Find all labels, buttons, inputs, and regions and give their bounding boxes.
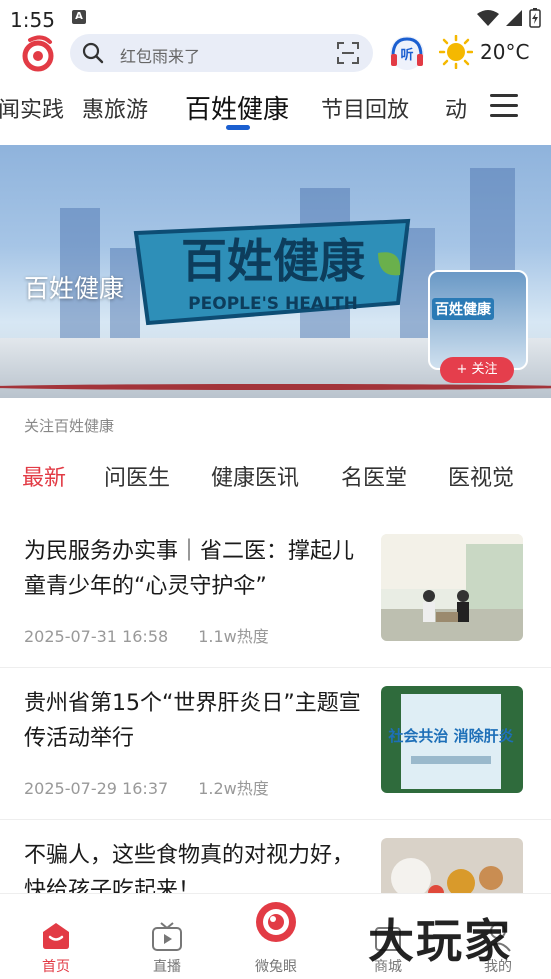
program-logo: 百姓健康 PEOPLE'S HEALTH — [133, 218, 411, 326]
nav-label: 首页 — [42, 959, 70, 975]
tab-famous-doctors[interactable]: 名医堂 — [341, 460, 407, 492]
tab-practice[interactable]: 闻实践 — [0, 92, 64, 124]
home-icon — [43, 923, 69, 949]
news-title: 贵州省第15个“世界肝炎日”主题宣传活动举行 — [24, 691, 361, 751]
top-bar: 红包雨来了 听 20°C — [0, 32, 551, 76]
status-time: 1:55 — [10, 8, 55, 32]
banner-title: 百姓健康 — [24, 274, 125, 303]
follow-button[interactable]: + 关注 — [440, 357, 514, 383]
scan-icon[interactable] — [337, 42, 359, 64]
tab-latest[interactable]: 最新 — [22, 460, 66, 492]
tab-fade — [470, 80, 492, 136]
banner-stripe — [0, 384, 551, 390]
news-heat: 1.1w热度 — [198, 627, 269, 646]
active-tab-indicator — [226, 125, 250, 130]
notification-icon: A — [72, 10, 86, 24]
tab-travel[interactable]: 惠旅游 — [82, 92, 148, 124]
news-image-text: 社会共治 消除肝炎 — [387, 727, 513, 745]
news-item[interactable]: 不骗人，这些食物真的对视力好，快给孩子吃起来！ — [0, 838, 551, 898]
news-title: 为民服务办实事｜省二医：撑起儿童青少年的“心灵守护伞” — [24, 539, 355, 599]
news-meta: 2025-07-31 16:58 1.1w热度 — [24, 623, 269, 647]
eye-logo-icon — [256, 902, 296, 942]
thumbnail-logo: 百姓健康 — [432, 298, 494, 320]
news-date: 2025-07-29 16:37 — [24, 779, 169, 798]
program-thumbnail[interactable]: 百姓健康 — [428, 270, 528, 370]
program-logo-text: 百姓健康 — [181, 234, 365, 288]
program-logo-subtext: PEOPLE'S HEALTH — [188, 294, 358, 314]
nav-label: 直播 — [153, 959, 181, 975]
news-thumbnail — [381, 534, 523, 641]
watermark: 大玩家 — [368, 914, 512, 968]
search-placeholder: 红包雨来了 — [120, 47, 201, 66]
news-title: 不骗人，这些食物真的对视力好，快给孩子吃起来！ — [24, 843, 355, 898]
listen-headphones-icon[interactable]: 听 — [388, 34, 426, 72]
news-thumbnail: 社会共治 消除肝炎 — [381, 686, 523, 793]
tab-animation[interactable]: 动 — [445, 92, 467, 124]
temperature: 20°C — [480, 40, 530, 64]
tab-ask-doctor[interactable]: 问医生 — [104, 460, 170, 492]
channel-tabs: 闻实践 惠旅游 百姓健康 节目回放 动 — [0, 80, 551, 136]
news-item[interactable]: 为民服务办实事｜省二医：撑起儿童青少年的“心灵守护伞” 2025-07-31 1… — [0, 534, 551, 668]
category-tabs: 最新 问医生 健康医讯 名医堂 医视觉 — [0, 458, 551, 498]
follow-caption: 关注百姓健康 — [24, 417, 115, 435]
tab-health-news[interactable]: 健康医讯 — [211, 460, 299, 492]
tab-health[interactable]: 百姓健康 — [185, 89, 289, 126]
search-bar[interactable]: 红包雨来了 — [70, 34, 373, 72]
listen-label: 听 — [400, 47, 413, 63]
wifi-icon — [477, 10, 499, 26]
news-item[interactable]: 贵州省第15个“世界肝炎日”主题宣传活动举行 2025-07-29 16:37 1… — [0, 686, 551, 820]
app-logo-icon[interactable] — [20, 34, 56, 72]
news-thumbnail — [381, 838, 523, 898]
nav-label: 微兔眼 — [255, 959, 297, 975]
tv-icon — [152, 922, 182, 951]
sun-icon — [439, 35, 473, 69]
tab-medical-vision[interactable]: 医视觉 — [448, 460, 514, 492]
battery-icon — [529, 8, 541, 28]
news-heat: 1.2w热度 — [198, 779, 269, 798]
news-date: 2025-07-31 16:58 — [24, 627, 169, 646]
signal-icon — [506, 10, 522, 26]
status-icons — [477, 8, 541, 28]
menu-icon[interactable] — [490, 94, 518, 118]
divider — [0, 667, 551, 668]
search-icon — [82, 42, 104, 64]
news-meta: 2025-07-29 16:37 1.2w热度 — [24, 775, 269, 799]
divider — [0, 819, 551, 820]
tab-replay[interactable]: 节目回放 — [321, 92, 409, 124]
program-banner[interactable]: 百姓健康 PEOPLE'S HEALTH 百姓健康 百姓健康 + 关注 — [0, 145, 551, 398]
status-bar: 1:55 A — [0, 0, 551, 36]
